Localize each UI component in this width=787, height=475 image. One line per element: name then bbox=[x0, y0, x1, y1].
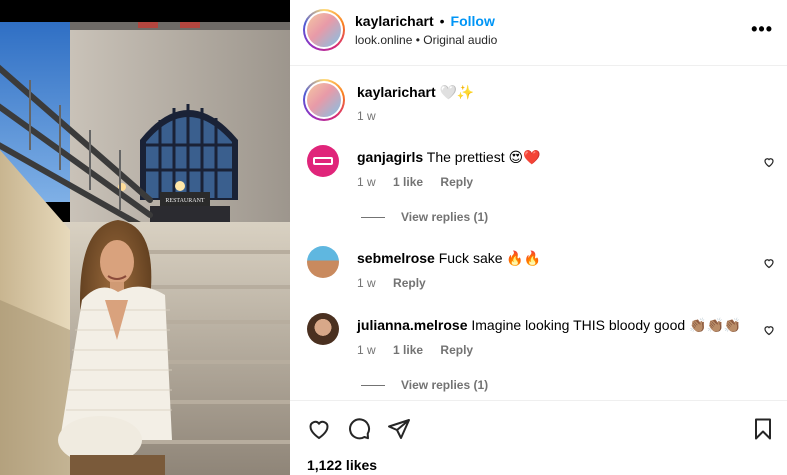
comment-avatar[interactable] bbox=[307, 145, 339, 177]
reply-button[interactable]: Reply bbox=[393, 276, 426, 290]
caption: kaylarichart 🤍✨ bbox=[357, 84, 474, 101]
comment-avatar[interactable] bbox=[307, 313, 339, 345]
separator-dot: • bbox=[439, 13, 445, 29]
comment-text: Imagine looking THIS bloody good 👏🏽👏🏽👏🏽 bbox=[471, 317, 742, 333]
share-icon[interactable] bbox=[387, 417, 411, 441]
post-subline[interactable]: look.online • Original audio bbox=[355, 33, 497, 47]
post-panel: kaylarichart • Follow look.online • Origin… bbox=[290, 0, 787, 475]
comment-time[interactable]: 1 w bbox=[357, 175, 376, 189]
post-actions: 1,122 likes bbox=[290, 400, 787, 475]
comment-likes[interactable]: 1 like bbox=[393, 343, 423, 357]
likes-count[interactable]: 1,122 likes bbox=[307, 457, 377, 473]
replies-line bbox=[361, 385, 385, 387]
comment-meta: 1 w Reply bbox=[357, 276, 440, 290]
post-media[interactable]: RESTAURANT bbox=[0, 0, 290, 475]
comment-like-icon[interactable] bbox=[763, 324, 775, 336]
view-replies-label: View replies (1) bbox=[401, 210, 489, 224]
comment-time[interactable]: 1 w bbox=[357, 343, 376, 357]
comment-meta: 1 w 1 like Reply bbox=[357, 343, 487, 357]
view-replies-button[interactable]: View replies (1) bbox=[361, 378, 488, 392]
reply-button[interactable]: Reply bbox=[440, 175, 473, 189]
more-options-icon[interactable]: ••• bbox=[751, 20, 773, 38]
comment-like-icon[interactable] bbox=[763, 257, 775, 269]
ganjagirls-logo-icon bbox=[313, 157, 333, 165]
comment-body: julianna.melrose Imagine looking THIS bl… bbox=[357, 317, 741, 334]
follow-button[interactable]: Follow bbox=[451, 13, 495, 29]
author-avatar[interactable] bbox=[303, 9, 345, 51]
restaurant-sign: RESTAURANT bbox=[165, 198, 205, 204]
view-replies-button[interactable]: View replies (1) bbox=[361, 210, 488, 224]
comments-list[interactable]: kaylarichart 🤍✨ 1 w ganjagirls The prett… bbox=[290, 67, 787, 400]
reply-button[interactable]: Reply bbox=[440, 343, 473, 357]
post-photo: RESTAURANT bbox=[0, 0, 290, 475]
comment-icon[interactable] bbox=[347, 417, 371, 441]
replies-line bbox=[361, 217, 385, 219]
bookmark-icon[interactable] bbox=[751, 417, 775, 441]
post-header: kaylarichart • Follow look.online • Origin… bbox=[290, 0, 787, 66]
comment-username[interactable]: julianna.melrose bbox=[357, 317, 467, 333]
comment-body: ganjagirls The prettiest 😍❤️ bbox=[357, 149, 541, 166]
comment-text: The prettiest 😍❤️ bbox=[426, 149, 541, 165]
heart-icon[interactable] bbox=[307, 417, 331, 441]
comment-like-icon[interactable] bbox=[763, 156, 775, 168]
author-username[interactable]: kaylarichart bbox=[355, 13, 434, 29]
comment-text: Fuck sake 🔥🔥 bbox=[438, 250, 542, 266]
caption-avatar[interactable] bbox=[303, 79, 345, 121]
comment-username[interactable]: sebmelrose bbox=[357, 250, 435, 266]
comment-meta: 1 w 1 like Reply bbox=[357, 175, 487, 189]
comment-username[interactable]: ganjagirls bbox=[357, 149, 423, 165]
view-replies-label: View replies (1) bbox=[401, 378, 489, 392]
comment-likes[interactable]: 1 like bbox=[393, 175, 423, 189]
author-line: kaylarichart • Follow bbox=[355, 13, 495, 29]
caption-username[interactable]: kaylarichart bbox=[357, 84, 436, 100]
comment-body: sebmelrose Fuck sake 🔥🔥 bbox=[357, 250, 541, 267]
caption-text: 🤍✨ bbox=[439, 84, 475, 100]
comment-time[interactable]: 1 w bbox=[357, 276, 376, 290]
comment-avatar[interactable] bbox=[307, 246, 339, 278]
caption-time[interactable]: 1 w bbox=[357, 109, 376, 123]
